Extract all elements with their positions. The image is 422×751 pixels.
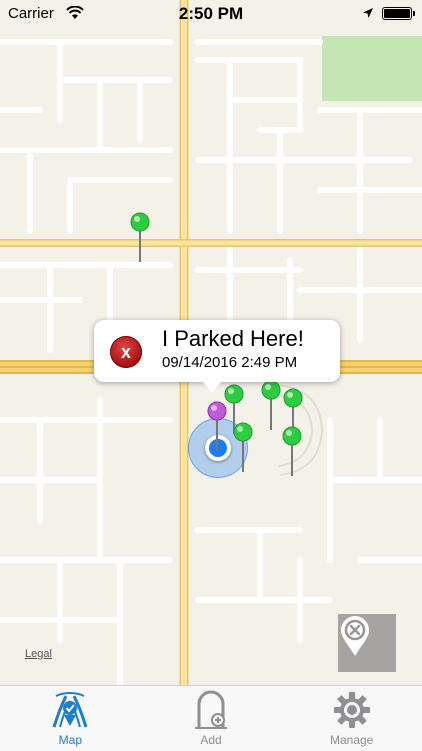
- legal-link[interactable]: Legal: [25, 648, 52, 660]
- battery-full-icon: [382, 7, 415, 20]
- tab-map[interactable]: Map: [0, 686, 141, 751]
- tab-manage-label: Manage: [329, 733, 374, 747]
- status-bar: Carrier 2:50 PM: [0, 0, 422, 28]
- callout-title: I Parked Here!: [162, 326, 304, 351]
- map-parking-icon: [50, 690, 90, 730]
- parking-callout[interactable]: x I Parked Here! 09/14/2016 2:49 PM: [94, 320, 340, 392]
- map-view[interactable]: x I Parked Here! 09/14/2016 2:49 PM Lega…: [0, 0, 422, 685]
- delete-parking-button[interactable]: x: [110, 336, 142, 368]
- tab-map-label: Map: [58, 733, 82, 747]
- tab-add-label: Add: [200, 733, 222, 747]
- close-icon: x: [120, 342, 131, 362]
- tab-bar: Map Add Manage: [0, 685, 422, 751]
- gear-icon: [332, 690, 372, 730]
- callout-timestamp: 09/14/2016 2:49 PM: [162, 354, 298, 371]
- location-cancel-icon: [341, 616, 369, 656]
- tab-manage[interactable]: Manage: [281, 686, 422, 751]
- location-arrow-icon: [362, 6, 374, 23]
- clear-location-button[interactable]: [338, 614, 396, 672]
- add-parking-icon: [191, 690, 231, 730]
- tab-add[interactable]: Add: [141, 686, 282, 751]
- status-time: 2:50 PM: [178, 4, 244, 23]
